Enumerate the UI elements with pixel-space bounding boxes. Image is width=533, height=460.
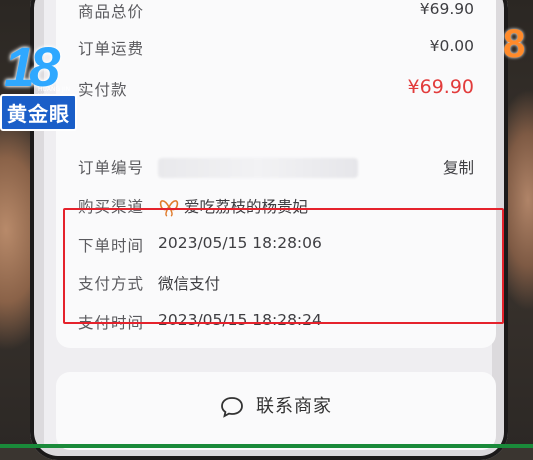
right-logo-fragment: 8	[503, 22, 526, 66]
order-no-row: 订单编号 复制	[78, 156, 474, 184]
paid-row: 实付款 ¥69.90	[78, 76, 474, 106]
channel-logo: 18 HUANG JIN YAN 黄金眼	[0, 32, 78, 131]
logo-brand: 黄金眼	[0, 94, 77, 131]
chat-bubble-icon	[221, 397, 243, 418]
order-detail-screen: 商品总价 ¥69.90 订单运费 ¥0.00 实付款 ¥69.90 订单编号 复…	[44, 0, 504, 450]
contact-card: 联系商家	[56, 372, 496, 450]
goods-total-row: 商品总价 ¥69.90	[78, 0, 474, 28]
shipping-value: ¥0.00	[429, 37, 474, 55]
goods-total-value: ¥69.90	[419, 0, 474, 18]
contact-merchant-label: 联系商家	[256, 396, 332, 417]
shipping-row: 订单运费 ¥0.00	[78, 37, 474, 65]
copy-button[interactable]: 复制	[443, 156, 474, 178]
highlight-box	[63, 208, 504, 324]
order-no-label: 订单编号	[78, 159, 145, 177]
bottom-green-bar	[0, 444, 533, 448]
contact-merchant-button[interactable]: 联系商家	[56, 392, 496, 418]
paid-label: 实付款	[78, 81, 128, 99]
shipping-label: 订单运费	[78, 40, 145, 58]
paid-value: ¥69.90	[407, 76, 474, 98]
order-info-card: 商品总价 ¥69.90 订单运费 ¥0.00 实付款 ¥69.90 订单编号 复…	[56, 0, 504, 348]
goods-total-label: 商品总价	[78, 3, 145, 21]
order-no-blurred-value	[158, 158, 358, 178]
